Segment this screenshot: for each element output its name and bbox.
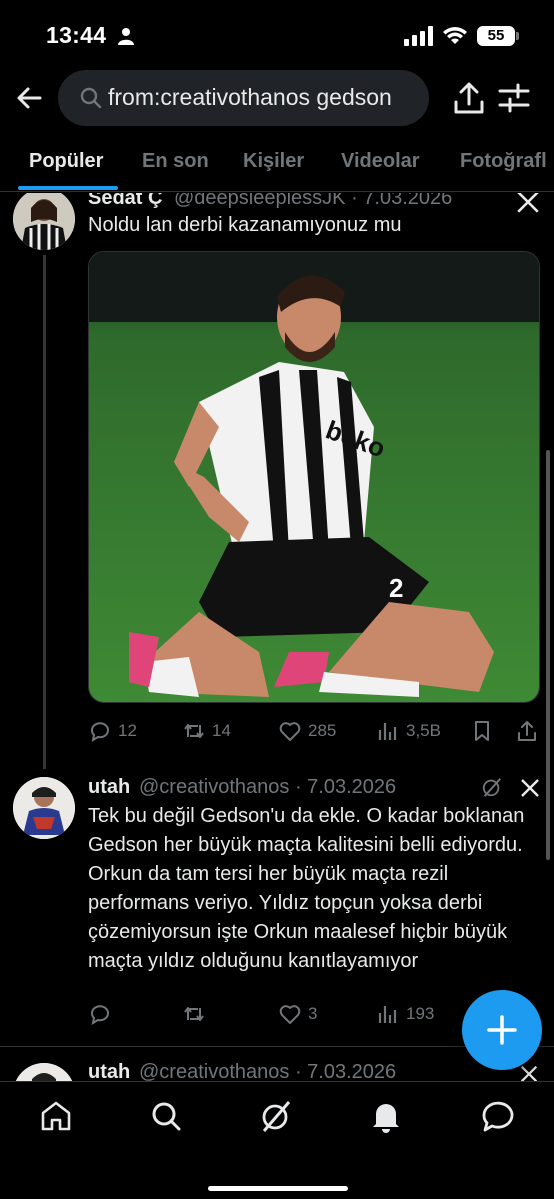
battery-icon: 55: [477, 26, 515, 46]
like-count: 285: [308, 721, 337, 740]
football-player-photo: beko 2: [89, 252, 539, 702]
bookmark-button[interactable]: [470, 716, 494, 746]
tweet-author-name[interactable]: Sedat Ç: [88, 193, 162, 210]
thread-line: [43, 255, 46, 769]
compose-button[interactable]: [462, 990, 542, 1070]
filter-sliders-icon[interactable]: [498, 82, 530, 114]
avatar[interactable]: [13, 1063, 75, 1081]
grok-icon[interactable]: [258, 1098, 294, 1134]
avatar[interactable]: [13, 777, 75, 839]
active-tab-indicator: [18, 186, 118, 190]
like-button[interactable]: 285: [278, 716, 336, 746]
reply-button[interactable]: 12: [88, 716, 137, 746]
tweet-author-name[interactable]: utah: [88, 1061, 130, 1081]
svg-text:2: 2: [389, 573, 403, 603]
reply-button[interactable]: [88, 999, 118, 1029]
tab-photos[interactable]: Fotoğrafl: [460, 150, 547, 173]
explore-search-icon[interactable]: [148, 1098, 184, 1134]
view-count: 193: [406, 1004, 435, 1023]
reply-count: 12: [118, 721, 137, 740]
view-count: 3,5B: [406, 721, 441, 740]
views-button[interactable]: 3,5B: [376, 716, 441, 746]
tweet-text: Noldu lan derbi kazanamıyonuz mu: [88, 214, 402, 236]
views-button[interactable]: 193: [376, 999, 434, 1029]
tweet-photo[interactable]: beko 2: [88, 251, 540, 703]
tab-people[interactable]: Kişiler: [243, 150, 304, 173]
search-input[interactable]: from:creativothanos gedson: [58, 70, 429, 126]
person-icon: [118, 28, 134, 45]
heart-icon: [279, 1005, 301, 1024]
share-icon[interactable]: [452, 80, 486, 116]
home-indicator[interactable]: [208, 1186, 348, 1191]
like-button[interactable]: 3: [278, 999, 317, 1029]
tab-latest[interactable]: En son: [142, 150, 209, 173]
wifi-icon: [443, 27, 467, 44]
bookmark-icon: [475, 721, 489, 741]
reply-icon: [91, 722, 109, 743]
scrollbar[interactable]: [546, 450, 550, 860]
retweet-button[interactable]: [182, 999, 212, 1029]
status-bar: 13:44 55: [0, 0, 554, 70]
tab-popular[interactable]: Popüler: [29, 150, 103, 173]
notifications-bell-icon[interactable]: [368, 1098, 404, 1134]
retweet-count: 14: [212, 721, 231, 740]
avatar-image: [13, 777, 75, 839]
tweet-handle-date[interactable]: @deepsleeplessJK · 7.03.2026: [174, 193, 452, 210]
avatar-image: [13, 193, 75, 250]
views-chart-icon: [378, 1006, 397, 1023]
avatar[interactable]: [13, 193, 75, 250]
cellular-signal-icon: [404, 26, 433, 46]
views-chart-icon: [378, 723, 397, 740]
retweet-icon: [184, 724, 204, 738]
tweet-author-name[interactable]: utah: [88, 776, 130, 799]
bottom-nav: [0, 1081, 554, 1199]
results-feed: Sedat Ç @deepsleeplessJK · 7.03.2026 Nol…: [0, 193, 554, 1081]
tweet-handle-date[interactable]: @creativothanos · 7.03.2026: [139, 1061, 396, 1081]
tab-videos[interactable]: Videolar: [341, 150, 420, 173]
tweet[interactable]: Sedat Ç @deepsleeplessJK · 7.03.2026 Nol…: [0, 193, 554, 769]
messages-icon[interactable]: [480, 1098, 516, 1134]
tweet-handle-date[interactable]: @creativothanos · 7.03.2026: [139, 776, 396, 799]
battery-cap: [516, 32, 519, 40]
reply-icon: [91, 1005, 109, 1026]
status-time: 13:44: [46, 22, 107, 48]
avatar-image: [13, 1063, 75, 1081]
search-query: from:creativothanos gedson: [108, 84, 392, 110]
tweet-actions: 12 14 285 3,5B: [88, 716, 542, 746]
back-arrow-icon[interactable]: [12, 80, 48, 116]
share-icon: [518, 721, 536, 741]
plus-icon: [487, 1015, 517, 1045]
heart-icon: [279, 722, 301, 741]
home-icon[interactable]: [38, 1098, 74, 1134]
share-tweet-button[interactable]: [515, 716, 539, 746]
tweet-text: Tek bu değil Gedson'u da ekle. O kadar b…: [88, 805, 525, 972]
search-icon: [80, 87, 102, 109]
grok-icon[interactable]: [481, 776, 503, 798]
like-count: 3: [308, 1004, 318, 1023]
retweet-button[interactable]: 14: [182, 716, 231, 746]
search-tabs: Popüler En son Kişiler Videolar Fotoğraf…: [0, 140, 554, 192]
retweet-icon: [184, 1007, 204, 1021]
more-icon[interactable]: [518, 776, 542, 800]
